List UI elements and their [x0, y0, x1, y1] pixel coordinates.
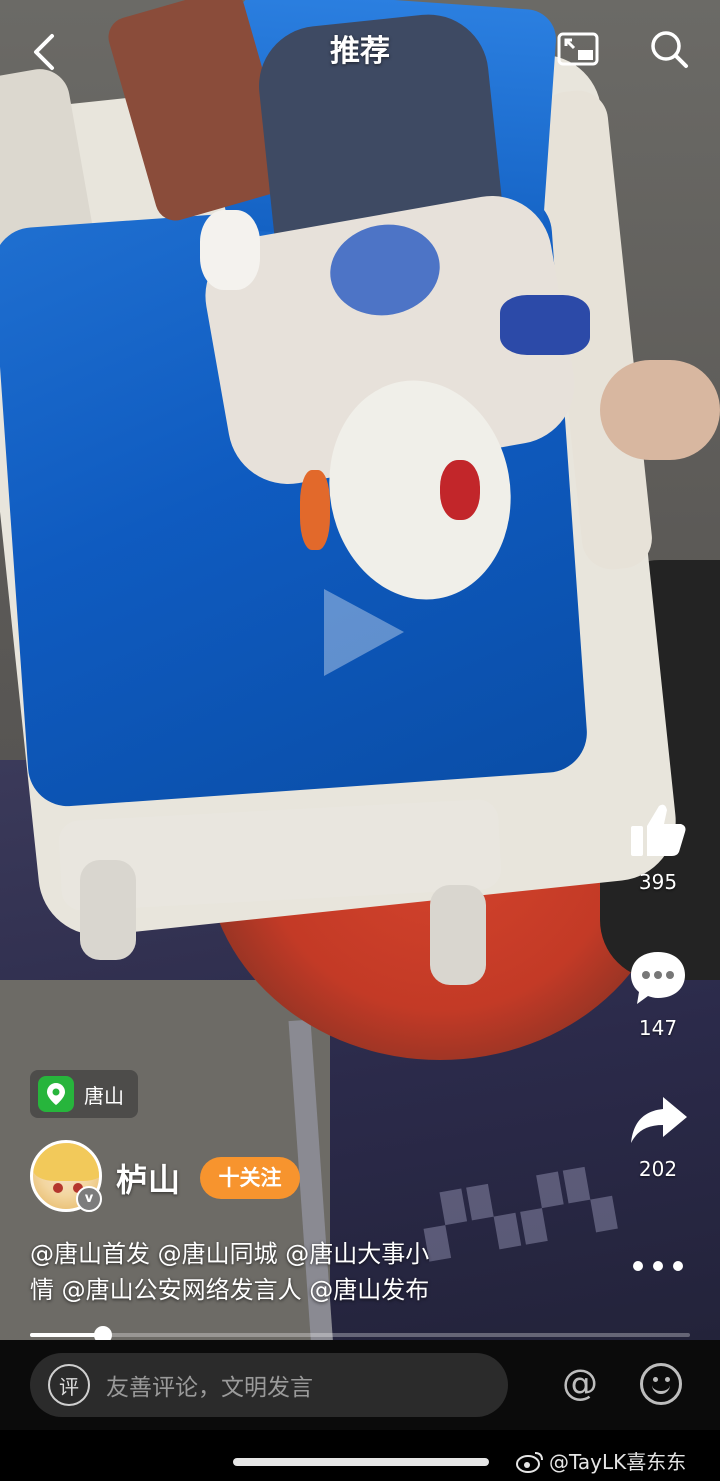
follow-button[interactable]: 十关注	[200, 1157, 300, 1199]
home-indicator[interactable]	[233, 1458, 489, 1466]
blood-stain	[440, 460, 480, 520]
stretcher-wheel	[80, 860, 136, 960]
weibo-icon	[516, 1451, 543, 1473]
share-button[interactable]: 202	[620, 1093, 696, 1181]
comment-input[interactable]: 评 友善评论，文明发言	[30, 1353, 508, 1417]
watermark-text: @TayLK喜东东	[549, 1450, 687, 1474]
blue-cuff	[500, 295, 590, 355]
more-icon[interactable]	[630, 1254, 686, 1278]
location-label: 唐山	[84, 1083, 124, 1108]
play-icon[interactable]	[318, 585, 408, 680]
like-count: 395	[638, 870, 678, 894]
top-bar: 推荐	[0, 0, 720, 100]
comment-count: 147	[638, 1016, 678, 1040]
like-icon	[631, 804, 686, 856]
progress-fill	[30, 1333, 103, 1337]
video-progress-bar[interactable]	[30, 1326, 690, 1344]
author-name[interactable]: 栌山	[116, 1155, 180, 1201]
page-title: 推荐	[330, 34, 390, 69]
stretcher-wheel	[430, 885, 486, 985]
back-icon[interactable]	[28, 32, 62, 72]
comment-button[interactable]: 147	[620, 948, 696, 1040]
caption-line: 情 @唐山公安网络发言人 @唐山发布	[30, 1276, 430, 1304]
bandaged-arm	[200, 210, 260, 290]
comment-icon	[631, 952, 685, 1004]
pip-icon[interactable]	[556, 30, 600, 70]
orange-cloth	[300, 470, 330, 550]
ping-icon: 评	[48, 1364, 90, 1406]
helper-hand	[600, 360, 720, 460]
share-count: 202	[638, 1157, 678, 1181]
video-caption[interactable]: @唐山首发 @唐山同城 @唐山大事小 情 @唐山公安网络发言人 @唐山发布	[30, 1236, 510, 1308]
like-button[interactable]: 395	[620, 800, 696, 894]
location-pin-icon	[38, 1076, 74, 1112]
location-chip[interactable]: 唐山	[30, 1070, 138, 1118]
search-icon[interactable]	[648, 28, 690, 70]
watermark: @TayLK喜东东	[515, 1446, 686, 1475]
verified-badge: v	[76, 1186, 102, 1212]
at-icon[interactable]: @	[558, 1362, 602, 1406]
share-icon	[631, 1097, 687, 1143]
emoji-icon[interactable]	[640, 1363, 682, 1405]
caption-line: @唐山首发 @唐山同城 @唐山大事小	[30, 1240, 430, 1268]
comment-placeholder: 友善评论，文明发言	[106, 1375, 313, 1401]
